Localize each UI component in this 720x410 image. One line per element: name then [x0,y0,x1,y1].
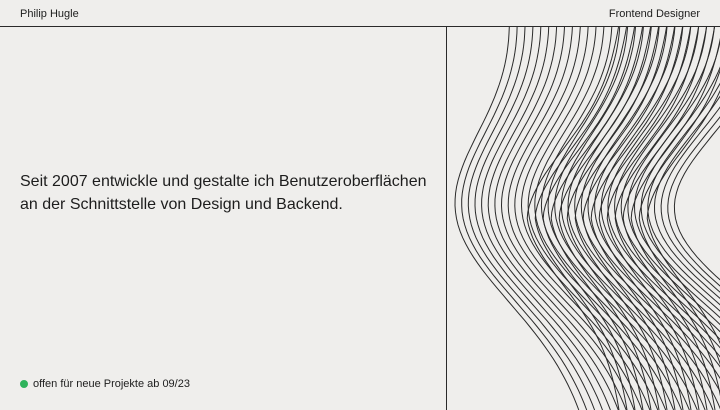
availability-text: offen für neue Projekte ab 09/23 [33,378,190,390]
intro-line-1: Seit 2007 entwickle und gestalte ich Ben… [20,173,427,190]
top-bar: Philip Hugle Frontend Designer [0,0,720,27]
availability-status: offen für neue Projekte ab 09/23 [20,378,190,390]
intro-text: Seit 2007 entwickle und gestalte ich Ben… [20,170,430,216]
line-art-panel [447,27,720,410]
role-label: Frontend Designer [608,8,700,20]
intro-line-2: an der Schnittstelle von Design und Back… [20,196,343,213]
line-wave-icon [454,27,720,410]
wave-line [558,27,652,410]
wave-line [653,95,720,300]
brand-name[interactable]: Philip Hugle [20,8,79,20]
status-dot-icon [20,380,28,388]
